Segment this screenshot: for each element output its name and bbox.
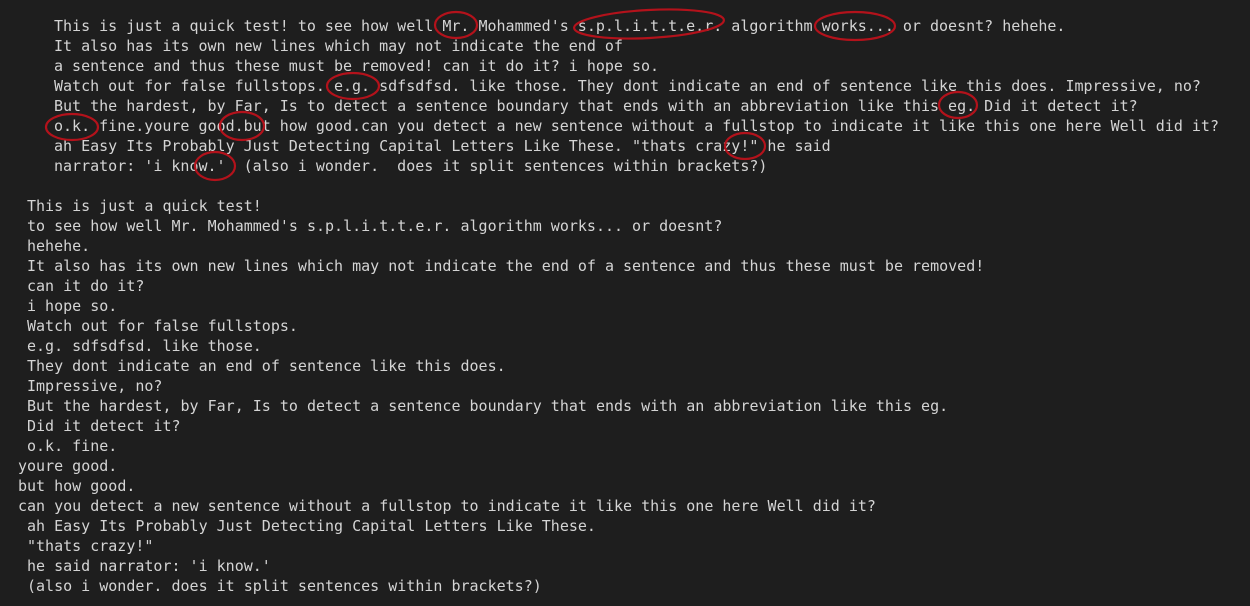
sentence-line: youre good. [18, 457, 118, 475]
sentence-line: This is just a quick test! [27, 197, 262, 215]
input-line: narrator: 'i know.' (also i wonder. does… [54, 157, 768, 175]
sentence-line: can it do it? [27, 277, 145, 295]
input-line: It also has its own new lines which may … [54, 37, 623, 55]
sentence-line: to see how well Mr. Mohammed's s.p.l.i.t… [27, 217, 723, 235]
sentence-line: i hope so. [27, 297, 118, 315]
input-line: ah Easy Its Probably Just Detecting Capi… [54, 137, 831, 155]
sentence-line: hehehe. [27, 237, 91, 255]
input-line: But the hardest, by Far, Is to detect a … [54, 97, 1138, 115]
sentence-line: "thats crazy!" [27, 537, 154, 555]
sentence-line: can you detect a new sentence without a … [18, 497, 876, 515]
sentence-line: Watch out for false fullstops. [27, 317, 298, 335]
sentence-line: (also i wonder. does it split sentences … [27, 577, 542, 595]
sentence-line: It also has its own new lines which may … [27, 257, 985, 275]
sentence-line: But the hardest, by Far, Is to detect a … [27, 397, 949, 415]
sentence-line: but how good. [18, 477, 136, 495]
sentence-line: he said narrator: 'i know.' [27, 557, 271, 575]
input-line: a sentence and thus these must be remove… [54, 57, 660, 75]
sentence-line: ah Easy Its Probably Just Detecting Capi… [27, 517, 596, 535]
sentence-line: o.k. fine. [27, 437, 118, 455]
sentence-line: Did it detect it? [27, 417, 181, 435]
sentence-line: They dont indicate an end of sentence li… [27, 357, 506, 375]
input-line: Watch out for false fullstops. e.g. sdfs… [54, 77, 1201, 95]
sentence-line: e.g. sdfsdfsd. like those. [27, 337, 262, 355]
terminal-output: This is just a quick test! to see how we… [0, 0, 1250, 606]
input-line: This is just a quick test! to see how we… [54, 17, 1066, 35]
sentence-line: Impressive, no? [27, 377, 163, 395]
input-line: o.k. fine.youre good.but how good.can yo… [54, 117, 1219, 135]
